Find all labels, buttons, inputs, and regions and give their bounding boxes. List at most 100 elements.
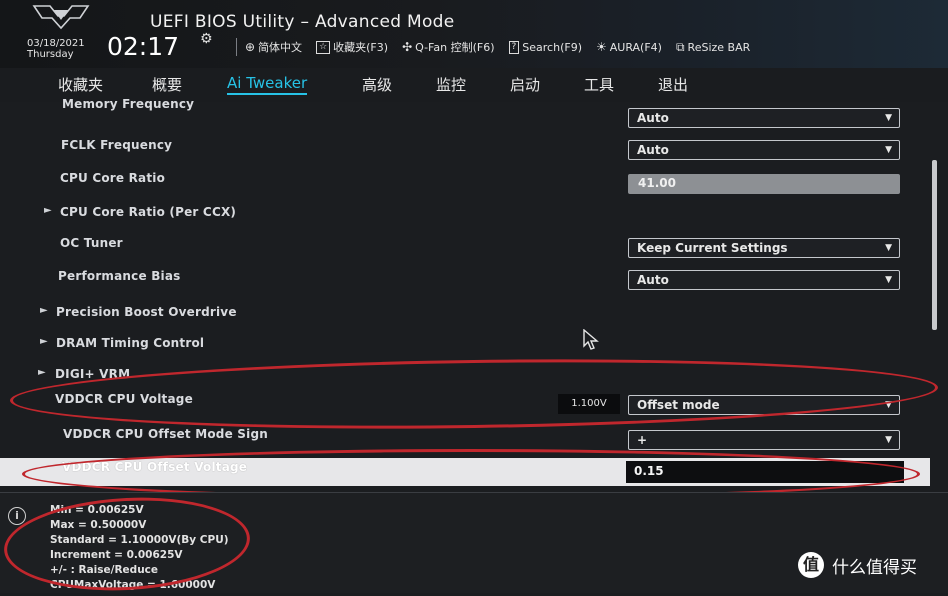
fclk-frequency-select[interactable]: Auto ▼: [628, 140, 900, 160]
caret-down-icon: ▼: [885, 145, 892, 155]
resize-bar-button[interactable]: ⧉ ReSize BAR: [676, 40, 750, 55]
setting-label: DIGI+ VRM: [55, 367, 131, 381]
settings-list: Memory Frequency Auto ▼ FCLK Frequency A…: [0, 97, 948, 490]
setting-label: Precision Boost Overdrive: [56, 305, 237, 319]
setting-label: VDDCR CPU Offset Voltage: [62, 460, 248, 474]
bios-title: UEFI BIOS Utility – Advanced Mode: [150, 12, 455, 32]
date-display: 03/18/2021 Thursday: [27, 38, 85, 60]
scrollbar-thumb[interactable]: [932, 160, 937, 330]
cpu-core-ratio-field[interactable]: 41.00: [628, 174, 900, 194]
select-value: +: [637, 433, 648, 447]
help-line: Max = 0.50000V: [50, 519, 147, 531]
setting-cpu-core-ratio[interactable]: CPU Core Ratio 41.00: [0, 166, 930, 194]
date-text: 03/18/2021: [27, 38, 85, 49]
qfan-button[interactable]: ✣ Q-Fan 控制(F6): [402, 39, 494, 55]
watermark-badge: 值: [798, 552, 824, 578]
offset-voltage-input[interactable]: 0.15: [626, 461, 904, 483]
setting-precision-boost-overdrive[interactable]: ► Precision Boost Overdrive: [0, 300, 930, 328]
tab-favorites[interactable]: 收藏夹: [58, 74, 103, 95]
help-text: Min = 0.00625V Max = 0.50000V Standard =…: [50, 503, 229, 593]
setting-label: CPU Core Ratio: [60, 171, 166, 185]
tab-main[interactable]: 概要: [152, 74, 182, 95]
caret-down-icon: ▼: [885, 275, 892, 285]
select-value: Auto: [637, 143, 669, 157]
setting-dram-timing-control[interactable]: ► DRAM Timing Control: [0, 331, 930, 359]
clock-time: 02:17: [107, 32, 180, 61]
tuf-gaming-logo: [32, 5, 90, 30]
caret-down-icon: ▼: [885, 435, 892, 445]
tab-tool[interactable]: 工具: [584, 74, 614, 95]
setting-label: VDDCR CPU Voltage: [55, 392, 193, 406]
help-line: Increment = 0.00625V: [50, 549, 183, 561]
setting-vddcr-offset-voltage[interactable]: VDDCR CPU Offset Voltage 0.15: [0, 458, 930, 486]
top-bar: UEFI BIOS Utility – Advanced Mode 03/18/…: [0, 0, 948, 68]
tab-exit[interactable]: 退出: [658, 74, 688, 95]
setting-fclk-frequency[interactable]: FCLK Frequency Auto ▼: [0, 133, 930, 161]
language-button[interactable]: ⊕ 简体中文: [245, 39, 302, 55]
submenu-arrow-icon: ►: [44, 205, 52, 216]
tab-advanced[interactable]: 高级: [362, 74, 392, 95]
weekday-text: Thursday: [27, 49, 74, 60]
clock-settings-icon[interactable]: ⚙: [200, 31, 213, 47]
setting-memory-frequency[interactable]: Memory Frequency Auto ▼: [0, 97, 930, 128]
setting-oc-tuner[interactable]: OC Tuner Keep Current Settings ▼: [0, 231, 930, 259]
toolbar: ⊕ 简体中文 ☆ 收藏夹(F3) ✣ Q-Fan 控制(F6) ? Search…: [232, 38, 764, 56]
setting-label: Memory Frequency: [62, 97, 195, 111]
aura-icon: ☀: [595, 40, 607, 54]
fan-icon: ✣: [402, 40, 413, 54]
performance-bias-select[interactable]: Auto ▼: [628, 270, 900, 290]
favorites-icon: ☆: [316, 40, 331, 54]
aura-button[interactable]: ☀ AURA(F4): [596, 40, 662, 54]
help-line: +/- : Raise/Reduce: [50, 564, 159, 576]
favorites-button[interactable]: ☆ 收藏夹(F3): [316, 39, 388, 55]
submenu-arrow-icon: ►: [40, 305, 48, 316]
setting-vddcr-cpu-voltage[interactable]: VDDCR CPU Voltage 1.100V Offset mode ▼: [0, 392, 930, 422]
help-line: Standard = 1.10000V(By CPU): [50, 534, 229, 546]
field-value: 41.00: [638, 176, 676, 190]
language-label: 简体中文: [258, 41, 303, 54]
resize-bar-icon: ⧉: [675, 39, 685, 54]
vddcr-cpu-voltage-select[interactable]: Offset mode ▼: [628, 395, 900, 415]
vddcr-offset-sign-select[interactable]: + ▼: [628, 430, 900, 450]
voltage-reading: 1.100V: [558, 394, 620, 414]
watermark-text: 什么值得买: [832, 557, 917, 578]
select-value: Auto: [637, 111, 669, 125]
setting-digi-vrm[interactable]: ► DIGI+ VRM: [0, 362, 930, 390]
setting-performance-bias[interactable]: Performance Bias Auto ▼: [0, 264, 930, 292]
tab-ai-tweaker[interactable]: Ai Tweaker: [227, 74, 308, 95]
select-value: Keep Current Settings: [637, 241, 788, 255]
setting-label: FCLK Frequency: [61, 138, 173, 152]
mouse-cursor-icon: [583, 329, 599, 350]
help-line: CPUMaxVoltage = 1.60000V: [50, 579, 216, 591]
tab-boot[interactable]: 启动: [510, 74, 540, 95]
setting-cpu-core-ratio-ccx[interactable]: ► CPU Core Ratio (Per CCX): [0, 200, 930, 228]
help-line: Min = 0.00625V: [50, 504, 144, 516]
submenu-arrow-icon: ►: [38, 367, 46, 378]
submenu-arrow-icon: ►: [40, 336, 48, 347]
search-help-icon: ?: [508, 40, 520, 54]
select-value: Auto: [637, 273, 669, 287]
select-value: Offset mode: [637, 398, 720, 412]
search-button[interactable]: ? Search(F9): [508, 40, 582, 54]
setting-label: CPU Core Ratio (Per CCX): [60, 205, 237, 219]
tab-monitor[interactable]: 监控: [436, 74, 466, 95]
input-value: 0.15: [634, 464, 664, 478]
qfan-label: Q-Fan 控制(F6): [415, 41, 495, 54]
setting-label: Performance Bias: [58, 269, 181, 283]
setting-label: DRAM Timing Control: [56, 336, 205, 350]
memory-frequency-select[interactable]: Auto ▼: [628, 108, 900, 128]
favorites-label: 收藏夹(F3): [333, 41, 389, 54]
globe-icon: ⊕: [245, 40, 256, 54]
watermark: 值 什么值得买: [798, 552, 917, 578]
caret-down-icon: ▼: [885, 113, 892, 123]
info-icon: i: [8, 507, 26, 525]
toolbar-divider: [236, 38, 237, 56]
setting-vddcr-offset-sign[interactable]: VDDCR CPU Offset Mode Sign + ▼: [0, 427, 930, 456]
resize-bar-label: ReSize BAR: [687, 40, 751, 54]
aura-label: AURA(F4): [609, 40, 662, 54]
setting-label: OC Tuner: [60, 236, 123, 250]
oc-tuner-select[interactable]: Keep Current Settings ▼: [628, 238, 900, 258]
search-label: Search(F9): [522, 40, 582, 54]
caret-down-icon: ▼: [885, 400, 892, 410]
setting-label: VDDCR CPU Offset Mode Sign: [63, 427, 268, 441]
